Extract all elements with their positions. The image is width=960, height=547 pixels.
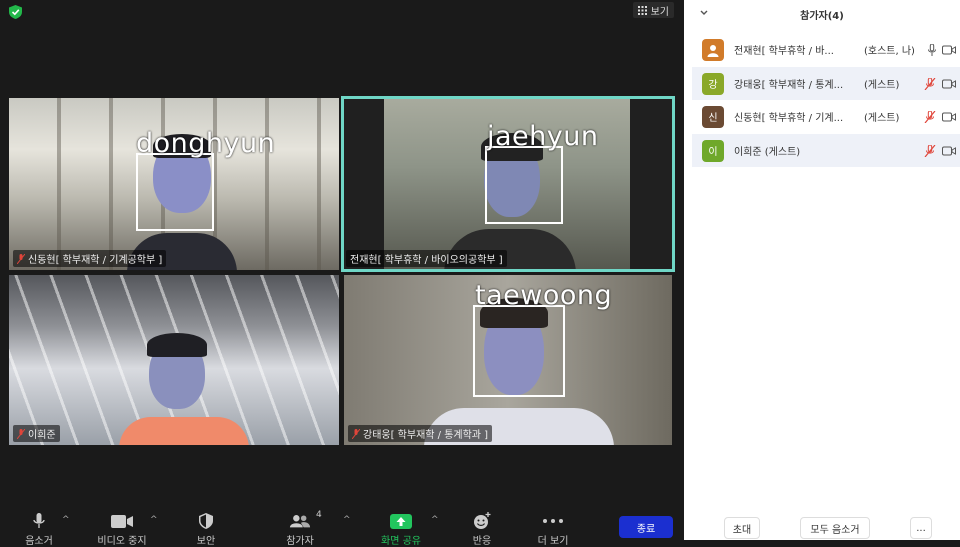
muted-microphone-icon[interactable] (924, 111, 936, 123)
muted-mic-icon (17, 253, 25, 264)
share-screen-icon (390, 513, 412, 529)
video-tile-heejun[interactable]: 이희준 (9, 275, 339, 445)
participants-options-chevron-icon[interactable]: ^ (343, 515, 351, 525)
participants-button[interactable]: 4 참가자 (265, 510, 335, 547)
panel-title: 참가자(4) (800, 10, 844, 22)
video-tile-taewoong[interactable]: taewoong 강태웅[ 학부재학 / 통계학과 ] (344, 275, 672, 445)
avatar: 강 (702, 72, 724, 95)
muted-mic-icon (17, 428, 25, 439)
avatar (702, 38, 724, 61)
shield-icon (199, 513, 213, 529)
grid-icon (637, 5, 647, 15)
share-screen-button[interactable]: 화면 공유 (366, 512, 436, 547)
invite-button[interactable]: 초대 (724, 517, 760, 539)
avatar: 신 (702, 105, 724, 128)
participants-count: 4 (316, 510, 322, 520)
face-label: jaehyun (487, 121, 599, 152)
participant-row[interactable]: 신 신동현[ 학부휴학 / 기계... (게스트) (692, 100, 960, 133)
emoji-icon (474, 512, 491, 529)
face-detection-box (473, 305, 565, 397)
view-button[interactable]: 보기 (632, 2, 674, 18)
video-camera-icon[interactable] (942, 112, 956, 122)
participants-icon (289, 515, 311, 528)
face-detection-box (485, 146, 563, 224)
more-button[interactable]: 더 보기 (518, 512, 588, 547)
user-silhouette-icon (707, 44, 719, 57)
view-label: 보기 (650, 6, 669, 18)
more-dots-icon (543, 519, 563, 523)
end-meeting-button[interactable]: 종료 (619, 516, 673, 538)
face-detection-box (136, 153, 214, 231)
video-tile-donghyun[interactable]: donghyun 신동현[ 학부재학 / 기계공학부 ] (9, 98, 339, 270)
participants-panel: 참가자(4) 전재현[ 학부휴학 / 바... (호스트, 나) 강 강태웅[ … (684, 0, 960, 540)
participant-row[interactable]: 전재현[ 학부휴학 / 바... (호스트, 나) (692, 33, 960, 66)
mute-options-chevron-icon[interactable]: ^ (62, 515, 70, 525)
participant-video (119, 333, 269, 445)
video-stage: 보기 donghyun 신동현[ 학부재학 / 기계공학부 ] jaehyun … (0, 0, 684, 547)
mute-all-button[interactable]: 모두 음소거 (800, 517, 870, 539)
face-label: taewoong (475, 280, 613, 311)
reactions-button[interactable]: 반응 (447, 512, 517, 547)
muted-microphone-icon[interactable] (924, 78, 936, 90)
video-camera-icon[interactable] (942, 45, 956, 55)
security-button[interactable]: 보안 (171, 512, 241, 547)
microphone-icon (33, 513, 45, 528)
tile-nametag: 신동현[ 학부재학 / 기계공학부 ] (13, 250, 167, 267)
muted-mic-icon (352, 428, 360, 439)
video-camera-icon (111, 514, 133, 528)
video-options-chevron-icon[interactable]: ^ (150, 515, 158, 525)
tile-nametag: 이희준 (13, 425, 60, 442)
microphone-icon[interactable] (928, 44, 936, 56)
avatar: 이 (702, 139, 724, 162)
tile-nametag: 전재현[ 학부휴학 / 바이오의공학부 ] (346, 250, 507, 267)
muted-microphone-icon[interactable] (924, 145, 936, 157)
meeting-toolbar: 음소거 ^ 비디오 중지 ^ 보안 4 참가자 ^ 화면 공유 ^ 반응 더 보… (0, 508, 684, 547)
participant-row[interactable]: 이 이희준 (게스트) (692, 134, 960, 167)
participant-row[interactable]: 강 강태웅[ 학부재학 / 통계... (게스트) (692, 67, 960, 100)
face-label: donghyun (136, 128, 276, 159)
panel-more-button[interactable]: ... (910, 517, 932, 539)
tile-nametag: 강태웅[ 학부재학 / 통계학과 ] (348, 425, 493, 442)
security-shield-icon[interactable] (9, 5, 22, 19)
stop-video-button[interactable]: 비디오 중지 (87, 512, 157, 547)
video-camera-icon[interactable] (942, 146, 956, 156)
video-camera-icon[interactable] (942, 79, 956, 89)
share-options-chevron-icon[interactable]: ^ (431, 515, 439, 525)
video-tile-jaehyun[interactable]: jaehyun 전재현[ 학부휴학 / 바이오의공학부 ] (341, 96, 675, 272)
